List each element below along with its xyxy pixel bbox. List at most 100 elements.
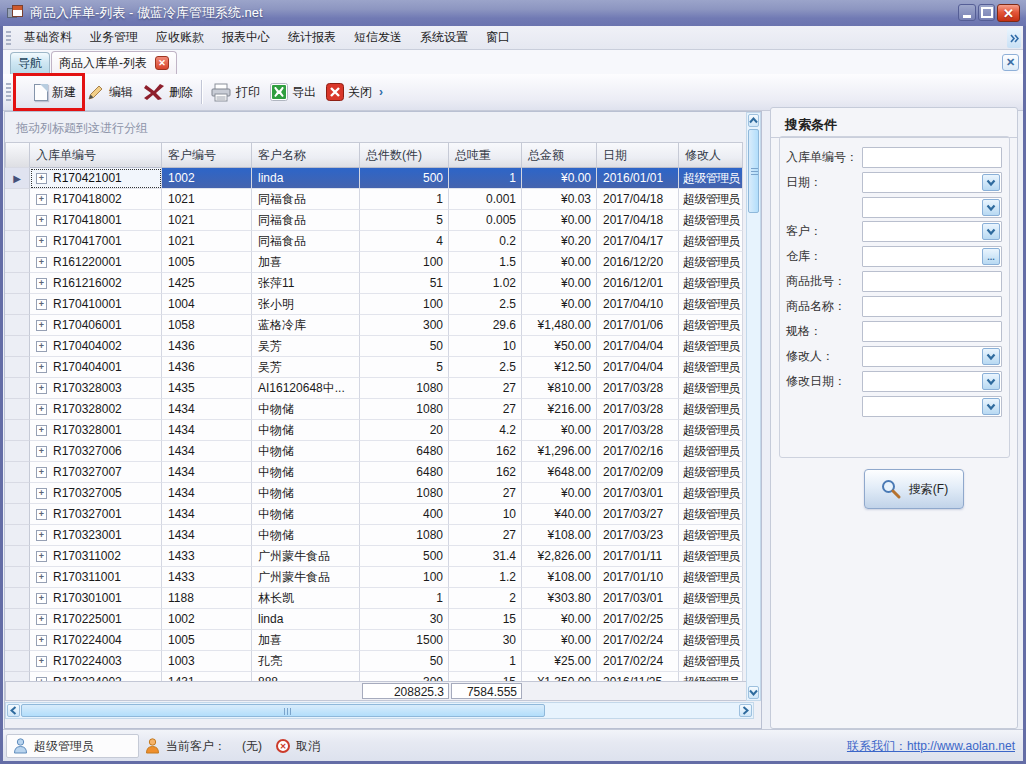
table-cell[interactable]: 162 (449, 462, 522, 483)
table-row[interactable]: +R1704170011021同福食品40.2¥0.202017/04/17超级… (5, 231, 744, 252)
table-cell[interactable]: +R170418002 (30, 189, 162, 210)
table-cell[interactable]: ¥0.20 (522, 231, 597, 252)
table-cell[interactable]: 6480 (360, 462, 449, 483)
table-row[interactable]: +R1704040011436吴芳52.5¥12.502017/04/04超级管… (5, 357, 744, 378)
table-cell[interactable]: ¥0.00 (522, 210, 597, 231)
table-cell[interactable]: 超级管理员 (679, 525, 743, 546)
table-cell[interactable]: 2017/04/18 (597, 210, 679, 231)
table-cell[interactable]: 吴芳 (252, 357, 360, 378)
table-cell[interactable]: 5 (360, 357, 449, 378)
table-cell[interactable]: 超级管理员 (679, 462, 743, 483)
tab-inbound-list[interactable]: 商品入库单-列表 ✕ (51, 51, 177, 74)
table-cell[interactable]: 中物储 (252, 483, 360, 504)
table-cell[interactable]: 1002 (162, 609, 252, 630)
menu-item-3[interactable]: 报表中心 (213, 25, 279, 50)
table-cell[interactable]: 超级管理员 (679, 651, 743, 672)
menu-item-6[interactable]: 系统设置 (411, 25, 477, 50)
table-cell[interactable]: +R170328002 (30, 399, 162, 420)
table-cell[interactable]: 超级管理员 (679, 420, 743, 441)
tab-close-icon[interactable]: ✕ (155, 56, 169, 70)
delete-button[interactable]: 删除 (138, 77, 198, 107)
dropdown-arrow-icon[interactable] (982, 373, 1000, 390)
table-cell[interactable]: ¥108.00 (522, 525, 597, 546)
search-field-input-1[interactable] (862, 172, 1002, 193)
table-cell[interactable]: 162 (449, 441, 522, 462)
row-expand-icon[interactable]: + (36, 404, 47, 415)
column-header-3[interactable]: 总件数(件) (360, 142, 449, 168)
vertical-scrollbar[interactable] (746, 112, 761, 701)
column-header-6[interactable]: 日期 (597, 142, 679, 168)
column-header-2[interactable]: 客户名称 (252, 142, 360, 168)
table-cell[interactable]: +R170406001 (30, 315, 162, 336)
row-expand-icon[interactable]: + (36, 488, 47, 499)
table-cell[interactable]: 1434 (162, 399, 252, 420)
table-cell[interactable]: 4.2 (449, 420, 522, 441)
table-cell[interactable]: 1021 (162, 231, 252, 252)
table-cell[interactable]: 51 (360, 273, 449, 294)
menu-item-0[interactable]: 基础资料 (15, 25, 81, 50)
table-cell[interactable]: 30 (449, 630, 522, 651)
table-cell[interactable]: 6480 (360, 441, 449, 462)
search-button[interactable]: 搜索(F) (864, 469, 964, 509)
minimize-button[interactable] (958, 4, 976, 21)
cancel-customer-label[interactable]: 取消 (296, 738, 320, 755)
table-cell[interactable]: 超级管理员 (679, 630, 743, 651)
table-row[interactable]: +R1702240041005加喜150030¥0.002017/02/24超级… (5, 630, 744, 651)
table-cell[interactable]: 2017/02/16 (597, 441, 679, 462)
table-cell[interactable]: 2 (449, 588, 522, 609)
table-cell[interactable]: 超级管理员 (679, 567, 743, 588)
table-cell[interactable]: 2017/04/10 (597, 294, 679, 315)
row-expand-icon[interactable]: + (36, 383, 47, 394)
dropdown-arrow-icon[interactable] (982, 174, 1000, 191)
table-cell[interactable]: 1 (449, 651, 522, 672)
toolbar-grip[interactable] (6, 83, 11, 101)
menu-grip[interactable] (6, 31, 11, 45)
table-row[interactable]: +R1703280011434中物储204.2¥0.002017/03/28超级… (5, 420, 744, 441)
table-cell[interactable]: 2017/03/28 (597, 378, 679, 399)
table-row[interactable]: +R1703270011434中物储40010¥40.002017/03/27超… (5, 504, 744, 525)
table-cell[interactable]: 超级管理员 (679, 483, 743, 504)
row-expand-icon[interactable]: + (36, 362, 47, 373)
table-cell[interactable]: 2.5 (449, 357, 522, 378)
table-row[interactable]: +R1703280031435AI16120648中...108027¥810.… (5, 378, 744, 399)
row-expand-icon[interactable]: + (36, 656, 47, 667)
edit-button[interactable]: 编辑 (81, 77, 138, 107)
table-cell[interactable]: +R161220001 (30, 252, 162, 273)
table-row[interactable]: +R1702250011002linda3015¥0.002017/02/25超… (5, 609, 744, 630)
table-cell[interactable]: 2016/01/01 (597, 168, 679, 189)
search-field-input-10[interactable] (862, 396, 1002, 417)
export-button[interactable]: 导出 (265, 77, 321, 107)
table-cell[interactable]: 超级管理员 (679, 273, 743, 294)
table-cell[interactable]: 加喜 (252, 252, 360, 273)
table-row[interactable]: +R1703280021434中物储108027¥216.002017/03/2… (5, 399, 744, 420)
table-cell[interactable]: ¥0.00 (522, 168, 597, 189)
table-cell[interactable]: ¥0.00 (522, 609, 597, 630)
table-cell[interactable]: 2017/04/18 (597, 189, 679, 210)
table-cell[interactable]: 林长凯 (252, 588, 360, 609)
table-cell[interactable]: ¥216.00 (522, 399, 597, 420)
horizontal-scrollbar[interactable] (5, 702, 754, 719)
table-row[interactable]: +R1704040021436吴芳5010¥50.002017/04/04超级管… (5, 336, 744, 357)
table-cell[interactable]: ¥810.00 (522, 378, 597, 399)
table-cell[interactable]: +R170410001 (30, 294, 162, 315)
table-cell[interactable]: 1 (360, 189, 449, 210)
table-cell[interactable]: 孔亮 (252, 651, 360, 672)
scroll-left-icon[interactable] (7, 704, 20, 717)
search-field-input-5[interactable] (862, 271, 1002, 292)
table-cell[interactable]: 100 (360, 567, 449, 588)
table-row[interactable]: +R1704180011021同福食品50.005¥0.002017/04/18… (5, 210, 744, 231)
table-cell[interactable]: +R170418001 (30, 210, 162, 231)
table-cell[interactable]: 29.6 (449, 315, 522, 336)
table-cell[interactable]: 超级管理员 (679, 189, 743, 210)
table-cell[interactable]: +R170224002 (30, 672, 162, 681)
table-cell[interactable]: 2017/04/17 (597, 231, 679, 252)
column-header-5[interactable]: 总金额 (522, 142, 597, 168)
menu-item-2[interactable]: 应收账款 (147, 25, 213, 50)
table-cell[interactable]: 1436 (162, 357, 252, 378)
table-cell[interactable]: 50 (360, 336, 449, 357)
table-row[interactable]: +R1704060011058蓝格冷库30029.6¥1,480.002017/… (5, 315, 744, 336)
table-cell[interactable]: linda (252, 168, 360, 189)
column-header-0[interactable]: 入库单编号 (30, 142, 162, 168)
table-cell[interactable]: ¥0.00 (522, 483, 597, 504)
table-cell[interactable]: 同福食品 (252, 189, 360, 210)
